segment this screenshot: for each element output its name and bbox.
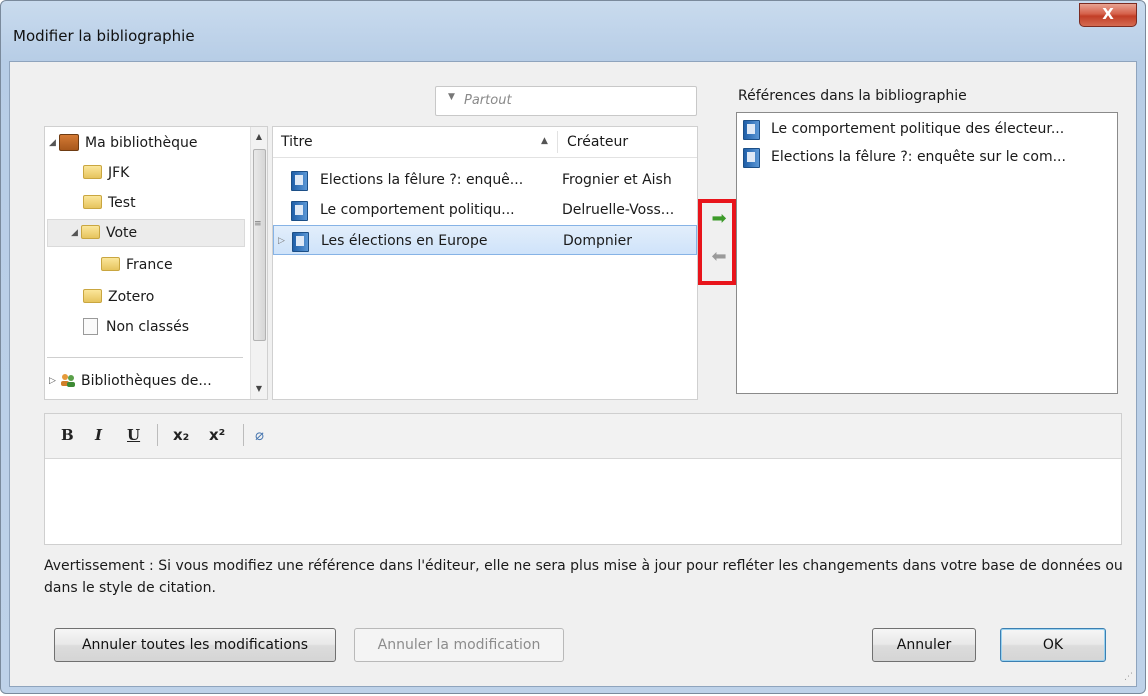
scroll-down-icon[interactable]: ▼ — [251, 381, 267, 397]
revert-button[interactable]: Annuler la modification — [354, 628, 564, 662]
add-to-bibliography-button[interactable]: ➡ — [708, 209, 730, 229]
tree-item-test[interactable]: Test — [83, 189, 136, 217]
search-placeholder: Partout — [464, 93, 512, 108]
tree-item-label: JFK — [108, 165, 130, 181]
column-header-title[interactable]: Titre — [281, 134, 313, 150]
book-icon — [292, 232, 309, 252]
book-icon — [743, 120, 760, 140]
collections-tree[interactable]: ◢ Ma bibliothèque JFK Test ◢ Vote France Z… — [44, 126, 268, 400]
tree-item-label: Test — [108, 195, 136, 211]
toolbar-separator — [243, 424, 244, 446]
bold-button[interactable]: B — [61, 426, 74, 444]
items-table[interactable]: Titre ▲ Créateur Elections la fêlure ?: … — [272, 126, 698, 400]
dialog-window: Modifier la bibliographie X ▼ Partout ◢ M… — [0, 0, 1146, 694]
tree-item-vote[interactable]: ◢ Vote — [71, 219, 137, 247]
item-title: Le comportement politiqu... — [320, 202, 515, 218]
table-row[interactable]: Le comportement politiqu... Delruelle-Vo… — [273, 195, 697, 225]
item-title: Les élections en Europe — [321, 233, 488, 249]
tree-item-label: France — [126, 257, 173, 273]
tree-item-label: Bibliothèques de... — [81, 373, 212, 389]
expand-icon[interactable]: ▷ — [49, 367, 59, 395]
reference-title: Le comportement politique des électeur..… — [771, 121, 1065, 137]
toolbar-separator — [157, 424, 158, 446]
revert-all-button[interactable]: Annuler toutes les modifications — [54, 628, 336, 662]
expand-icon[interactable]: ▷ — [278, 226, 285, 256]
editor-text-area[interactable] — [53, 466, 1113, 536]
column-divider[interactable] — [557, 131, 558, 153]
underline-button[interactable]: U — [127, 426, 140, 444]
scroll-up-icon[interactable]: ▲ — [251, 129, 267, 145]
tree-separator — [47, 357, 243, 358]
folder-icon — [83, 289, 102, 303]
book-icon — [291, 171, 308, 191]
tree-item-label: Ma bibliothèque — [85, 135, 198, 151]
citation-editor[interactable]: B I U x₂ x² ⌀ — [44, 413, 1122, 545]
collapse-icon[interactable]: ◢ — [49, 129, 59, 157]
item-creator: Dompnier — [563, 233, 633, 249]
item-title: Elections la fêlure ?: enquê... — [320, 172, 524, 188]
ok-button[interactable]: OK — [1000, 628, 1106, 662]
group-libraries-icon — [61, 374, 75, 387]
window-title: Modifier la bibliographie — [13, 27, 195, 45]
book-icon — [743, 148, 760, 168]
sort-ascending-icon: ▲ — [541, 136, 548, 146]
superscript-button[interactable]: x² — [209, 426, 225, 444]
unfiled-icon — [83, 317, 98, 335]
italic-button[interactable]: I — [95, 426, 102, 444]
tree-item-zotero[interactable]: Zotero — [83, 283, 154, 311]
list-item[interactable]: Le comportement politique des électeur..… — [737, 115, 1117, 143]
bibliography-label: Références dans la bibliographie — [738, 88, 967, 104]
table-row[interactable]: Elections la fêlure ?: enquê... Frognier… — [273, 165, 697, 195]
book-icon — [291, 201, 308, 221]
bibliography-list[interactable]: Le comportement politique des électeur..… — [736, 112, 1118, 394]
tree-item-my-library[interactable]: ◢ Ma bibliothèque — [49, 129, 197, 157]
tree-item-jfk[interactable]: JFK — [83, 159, 129, 187]
tree-item-unfiled[interactable]: Non classés — [83, 313, 189, 341]
close-button[interactable]: X — [1079, 3, 1137, 27]
clear-formatting-icon[interactable]: ⌀ — [255, 426, 264, 444]
items-table-header: Titre ▲ Créateur — [273, 127, 697, 158]
title-bar: Modifier la bibliographie X — [1, 1, 1145, 59]
reference-title: Elections la fêlure ?: enquête sur le co… — [771, 149, 1066, 165]
item-creator: Frognier et Aish — [562, 172, 672, 188]
tree-item-label: Non classés — [106, 319, 190, 335]
folder-icon — [83, 165, 102, 179]
tree-item-label: Zotero — [108, 289, 155, 305]
column-header-creator[interactable]: Créateur — [567, 134, 628, 150]
collapse-icon[interactable]: ◢ — [71, 219, 81, 247]
search-mode-dropdown-icon[interactable]: ▼ — [448, 92, 455, 102]
subscript-button[interactable]: x₂ — [173, 426, 189, 444]
dialog-content: ▼ Partout ◢ Ma bibliothèque JFK Test ◢ Vot… — [9, 61, 1137, 687]
tree-item-group-libraries[interactable]: ▷ Bibliothèques de... — [49, 367, 212, 395]
add-remove-highlight: ➡ ⬅ — [698, 199, 736, 285]
tree-item-label: Vote — [106, 225, 138, 241]
tree-item-france[interactable]: France — [101, 251, 173, 279]
cancel-button[interactable]: Annuler — [872, 628, 976, 662]
scrollbar-thumb[interactable] — [253, 149, 266, 341]
library-icon — [59, 133, 79, 151]
tree-scrollbar[interactable]: ▲ ≡ ▼ — [250, 127, 267, 399]
remove-from-bibliography-button[interactable]: ⬅ — [708, 247, 730, 267]
folder-icon — [101, 257, 120, 271]
warning-text: Avertissement : Si vous modifiez une réf… — [44, 558, 1123, 596]
item-creator: Delruelle-Voss... — [562, 202, 675, 218]
scroll-grip-icon: ≡ — [254, 219, 262, 229]
folder-icon — [83, 195, 102, 209]
resize-grip-icon[interactable]: ⋰ — [1124, 672, 1133, 682]
table-row-selected[interactable]: ▷ Les élections en Europe Dompnier — [273, 225, 697, 255]
editor-toolbar: B I U x₂ x² ⌀ — [45, 414, 1121, 459]
search-input[interactable]: ▼ Partout — [435, 86, 697, 116]
folder-icon — [81, 225, 100, 239]
list-item[interactable]: Elections la fêlure ?: enquête sur le co… — [737, 143, 1117, 171]
